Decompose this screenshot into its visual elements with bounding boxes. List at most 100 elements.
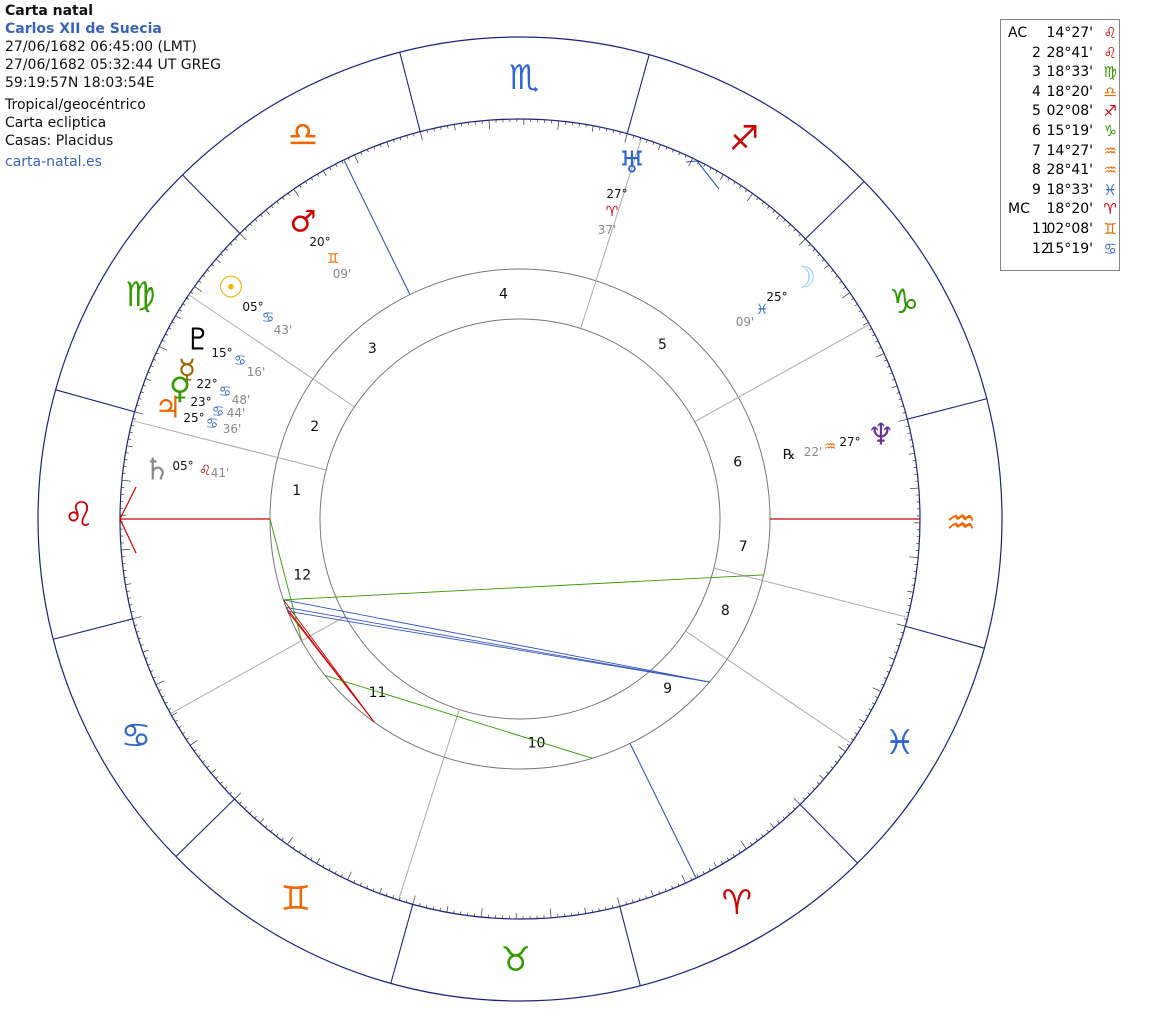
degree-tick (775, 214, 781, 220)
degree-tick (316, 173, 320, 177)
pluto-icon: ♇ (185, 323, 212, 358)
degree-tick (838, 755, 842, 758)
degree-tick (793, 797, 801, 805)
degree-tick (174, 719, 178, 723)
planet-minute: 37' (598, 223, 617, 237)
degree-tick (202, 274, 206, 278)
degree-tick (747, 193, 753, 202)
degree-tick (557, 120, 560, 130)
degree-tick (756, 197, 759, 201)
degree-tick (392, 895, 395, 899)
planet-degree: 27° (839, 435, 860, 449)
house-number-1: 1 (292, 483, 301, 499)
degree-tick (896, 392, 900, 394)
degree-tick (703, 164, 706, 168)
degree-tick (480, 908, 483, 918)
planet-minute: 16' (247, 365, 266, 379)
degree-tick (727, 177, 730, 181)
degree-tick (281, 837, 284, 841)
degree-tick (658, 890, 661, 894)
degree-tick (738, 850, 741, 853)
degree-tick (210, 769, 216, 774)
degree-tick (244, 228, 248, 232)
degree-tick (168, 707, 172, 710)
degree-tick (591, 125, 594, 132)
degree-tick (862, 315, 866, 319)
planet-minute: 22' (804, 445, 823, 459)
degree-tick (287, 192, 291, 196)
degree-tick (249, 223, 253, 227)
degree-tick (178, 725, 182, 729)
degree-tick (908, 452, 915, 455)
sign-boundary-line (53, 618, 133, 640)
degree-tick (807, 243, 811, 247)
sagittarius-icon: ♐ (729, 119, 759, 159)
degree-tick (777, 820, 780, 824)
degree-tick (909, 487, 919, 490)
sign-boundary-line (619, 906, 641, 986)
degree-tick (874, 696, 878, 699)
degree-tick (865, 714, 869, 717)
aspect-line (287, 610, 375, 723)
degree-tick (136, 631, 140, 633)
degree-tick (732, 853, 735, 857)
degree-tick (891, 385, 898, 389)
degree-tick (379, 144, 382, 148)
sign-boundary-line (626, 54, 650, 134)
planet-degree: 23° (190, 395, 211, 409)
degree-tick (270, 829, 273, 833)
degree-tick (812, 248, 816, 252)
degree-tick (819, 774, 825, 780)
degree-tick (293, 188, 300, 197)
degree-tick (549, 908, 552, 918)
degree-tick (155, 680, 165, 685)
house-cusp-line (398, 709, 460, 901)
degree-tick (125, 583, 132, 586)
degree-tick (713, 861, 717, 868)
axis-line (629, 743, 697, 879)
degree-tick (215, 776, 219, 779)
degree-tick (888, 656, 895, 660)
degree-tick (328, 867, 331, 871)
degree-tick (132, 616, 142, 620)
degree-tick (419, 131, 423, 141)
degree-tick (202, 760, 206, 763)
degree-tick (671, 885, 674, 889)
planet-sign-icon: ♋ (219, 384, 232, 400)
degree-tick (787, 811, 791, 815)
sign-boundary-line (182, 174, 241, 234)
house-number-6: 6 (733, 454, 742, 470)
retrograde-icon: ℞ (783, 447, 796, 463)
degree-tick (165, 333, 169, 336)
planet-minute: 48' (232, 393, 251, 407)
aries-icon: ♈ (722, 883, 752, 923)
degree-tick (134, 411, 144, 415)
degree-tick (880, 683, 884, 686)
degree-tick (767, 205, 770, 209)
aspect-line (283, 574, 764, 601)
degree-tick (678, 152, 681, 156)
degree-tick (175, 315, 181, 320)
uranus-icon: ♅ (619, 146, 646, 181)
degree-tick (624, 133, 628, 143)
degree-tick (225, 248, 228, 251)
house-number-7: 7 (739, 539, 748, 555)
degree-tick (340, 873, 343, 877)
degree-tick (276, 201, 279, 205)
degree-tick (153, 358, 157, 361)
degree-tick (142, 384, 147, 387)
inner-ring (319, 318, 721, 720)
mc-arrow (685, 160, 720, 190)
leo-icon: ♌ (64, 495, 94, 535)
house-number-12: 12 (293, 568, 311, 584)
degree-tick (206, 269, 210, 272)
degree-tick (632, 899, 634, 903)
planet-minute: 09' (333, 267, 352, 281)
house-cusp-line (685, 630, 852, 744)
degree-tick (884, 359, 888, 362)
degree-tick (145, 378, 152, 382)
degree-tick (858, 726, 862, 729)
planet-sign-icon: ♓ (756, 302, 769, 318)
degree-tick (684, 155, 687, 159)
degree-tick (310, 857, 313, 861)
